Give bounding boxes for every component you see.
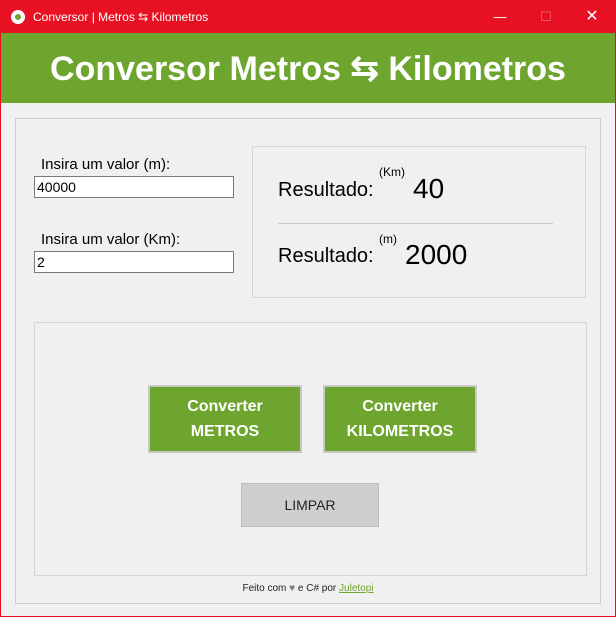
close-button[interactable]: ✕ bbox=[569, 1, 615, 33]
author-link[interactable]: Juletopi bbox=[339, 583, 373, 594]
results-divider bbox=[278, 223, 553, 224]
app-icon bbox=[11, 10, 25, 24]
window-title: Conversor | Metros ⇆ Kilometros bbox=[33, 10, 209, 24]
title-bar[interactable]: Conversor | Metros ⇆ Kilometros — ☐ ✕ bbox=[1, 1, 615, 33]
results-panel: Resultado: (Km) 40 Resultado: (m) 2000 bbox=[252, 146, 586, 298]
main-panel: Insira um valor (m): Insira um valor (Km… bbox=[15, 118, 601, 604]
kilometers-input[interactable] bbox=[34, 251, 234, 273]
convert-kilometers-button-line2: KILOMETROS bbox=[346, 423, 454, 440]
page-title: Conversor Metros ⇆ Kilometros bbox=[50, 50, 566, 88]
convert-meters-button-line1: Converter bbox=[187, 398, 263, 415]
kilometers-input-label: Insira um valor (Km): bbox=[41, 231, 181, 248]
footer-middle: e C# por bbox=[297, 583, 337, 594]
footer-credits: Feito com ♥ e C# por Juletopi bbox=[16, 583, 600, 595]
heart-icon: ♥ bbox=[289, 583, 296, 594]
m-result-value: 2000 bbox=[405, 239, 468, 270]
minimize-button[interactable]: — bbox=[477, 1, 523, 33]
footer-prefix: Feito com bbox=[242, 583, 287, 594]
meters-input-label: Insira um valor (m): bbox=[41, 156, 171, 173]
convert-meters-button[interactable]: Converter METROS bbox=[148, 385, 302, 453]
actions-panel: Converter METROS Converter KILOMETROS LI… bbox=[34, 322, 587, 576]
m-result-unit: (m) bbox=[379, 232, 397, 246]
convert-kilometers-button[interactable]: Converter KILOMETROS bbox=[323, 385, 477, 453]
km-result-unit: (Km) bbox=[379, 165, 405, 179]
header-banner: Conversor Metros ⇆ Kilometros bbox=[1, 33, 615, 103]
maximize-button[interactable]: ☐ bbox=[523, 1, 569, 33]
km-result-label: Resultado: bbox=[278, 179, 374, 201]
convert-meters-button-line2: METROS bbox=[190, 423, 260, 440]
meters-input[interactable] bbox=[34, 176, 234, 198]
app-window: Conversor | Metros ⇆ Kilometros — ☐ ✕ Co… bbox=[0, 0, 616, 617]
km-result-value: 40 bbox=[413, 173, 445, 204]
clear-button[interactable]: LIMPAR bbox=[241, 483, 379, 527]
convert-kilometers-button-line1: Converter bbox=[362, 398, 438, 415]
m-result-label: Resultado: bbox=[278, 245, 374, 267]
